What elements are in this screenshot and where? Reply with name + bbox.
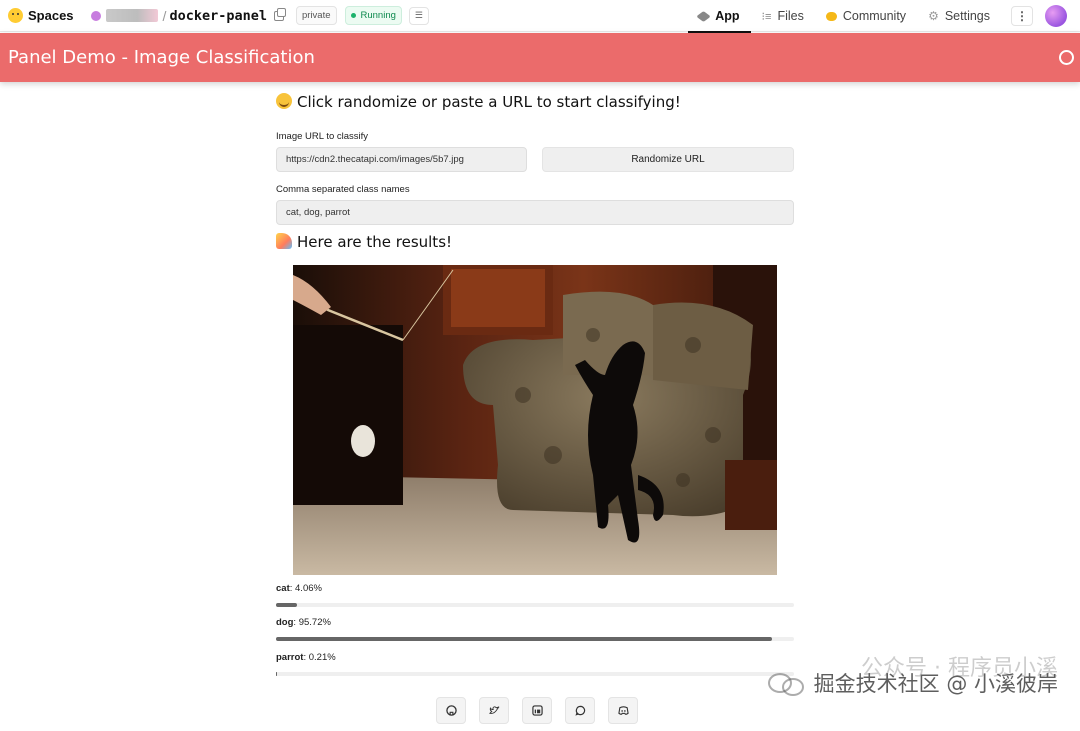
hugging-face-logo-icon — [8, 8, 23, 23]
discord-link[interactable] — [608, 697, 638, 724]
tab-files[interactable]: ⁝≡ Files — [751, 0, 815, 32]
status-dot-icon — [350, 13, 356, 18]
panel-header: Panel Demo - Image Classification — [0, 33, 1080, 82]
class-names-value: cat, dog, parrot — [286, 207, 350, 218]
results-heading: Here are the results! — [276, 233, 452, 251]
tab-files-label: Files — [777, 9, 804, 23]
status-badge-label: Running — [360, 10, 396, 21]
tab-community[interactable]: Community — [815, 0, 917, 32]
kebab-icon: ⋮ — [1016, 9, 1028, 23]
twitter-link[interactable] — [479, 697, 509, 724]
result-label-dog: dog: 95.72% — [276, 617, 331, 628]
result-row-parrot: parrot: 0.21% — [276, 652, 794, 680]
more-options-button[interactable]: ⋮ — [1011, 6, 1033, 26]
result-class-name: dog — [276, 617, 294, 628]
result-row-cat: cat: 4.06% — [276, 583, 794, 611]
app-icon — [696, 10, 711, 22]
result-percent: 0.21% — [308, 652, 336, 663]
spaces-label: Spaces — [28, 8, 74, 23]
hf-topbar: Spaces / docker-panel private Running ☰ … — [0, 0, 1080, 33]
status-badge[interactable]: Running — [344, 6, 402, 25]
logs-button[interactable]: ☰ — [408, 6, 429, 25]
github-icon — [445, 705, 457, 716]
progress-fill-parrot — [276, 672, 278, 676]
owner-avatar-icon[interactable] — [90, 10, 101, 21]
footer-social-links — [436, 697, 638, 724]
class-names-input[interactable]: cat, dog, parrot — [276, 200, 794, 225]
tab-settings-label: Settings — [944, 9, 990, 23]
visibility-badge: private — [295, 6, 337, 25]
result-percent: 4.06% — [295, 583, 322, 594]
result-row-dog: dog: 95.72% — [276, 617, 794, 645]
tab-settings[interactable]: ⚙ Settings — [917, 0, 1001, 32]
progress-fill-dog — [276, 637, 772, 641]
tab-community-label: Community — [842, 9, 907, 23]
image-url-input[interactable]: https://cdn2.thecatapi.com/images/5b7.jp… — [276, 147, 527, 172]
result-class-name: cat — [276, 583, 290, 594]
discord-icon — [617, 706, 629, 715]
copy-icon[interactable] — [273, 7, 286, 21]
result-class-name: parrot — [276, 652, 304, 663]
user-avatar[interactable] — [1045, 5, 1067, 27]
image-url-value: https://cdn2.thecatapi.com/images/5b7.jp… — [286, 154, 464, 165]
result-percent: 95.72% — [298, 617, 331, 628]
space-nav: App ⁝≡ Files Community ⚙ Settings ⋮ — [688, 0, 1080, 33]
progress-bar-cat — [276, 603, 794, 607]
owner-name-redacted[interactable] — [105, 9, 158, 22]
files-icon: ⁝≡ — [761, 10, 772, 23]
repo-name[interactable]: docker-panel — [169, 8, 267, 24]
classes-field-label: Comma separated class names — [276, 184, 410, 195]
twitter-icon — [488, 706, 499, 714]
gear-icon: ⚙ — [928, 9, 939, 23]
progress-bar-dog — [276, 637, 794, 641]
result-label-cat: cat: 4.06% — [276, 583, 322, 594]
randomize-url-button[interactable]: Randomize URL — [542, 147, 794, 172]
linkedin-icon — [531, 705, 543, 716]
list-icon: ☰ — [414, 10, 423, 20]
watermark: 公众号 · 程序员小溪 掘金技术社区 @ 小溪彼岸 — [767, 656, 1058, 698]
classified-image — [293, 265, 777, 575]
prompt-text: Click randomize or paste a URL to start … — [297, 93, 681, 111]
party-popper-emoji-icon — [276, 233, 292, 249]
url-field-label: Image URL to classify — [276, 131, 369, 142]
smile-emoji-icon — [276, 93, 292, 109]
discourse-link[interactable] — [565, 697, 595, 724]
tab-app[interactable]: App — [688, 0, 751, 33]
progress-fill-cat — [276, 603, 298, 607]
results-heading-text: Here are the results! — [297, 233, 453, 251]
page-title: Panel Demo - Image Classification — [8, 47, 315, 68]
github-link[interactable] — [436, 697, 466, 724]
busy-indicator-icon — [1059, 50, 1074, 65]
community-icon — [825, 11, 837, 21]
progress-bar-parrot — [276, 672, 794, 676]
result-label-parrot: parrot: 0.21% — [276, 652, 336, 663]
tab-app-label: App — [715, 9, 740, 23]
wechat-logo-icon — [767, 671, 806, 696]
linkedin-link[interactable] — [522, 697, 552, 724]
prompt-heading: Click randomize or paste a URL to start … — [276, 93, 681, 111]
watermark-line1: 公众号 · 程序员小溪 — [861, 656, 1058, 681]
discourse-icon — [574, 705, 585, 716]
spaces-link[interactable]: Spaces — [8, 8, 74, 23]
